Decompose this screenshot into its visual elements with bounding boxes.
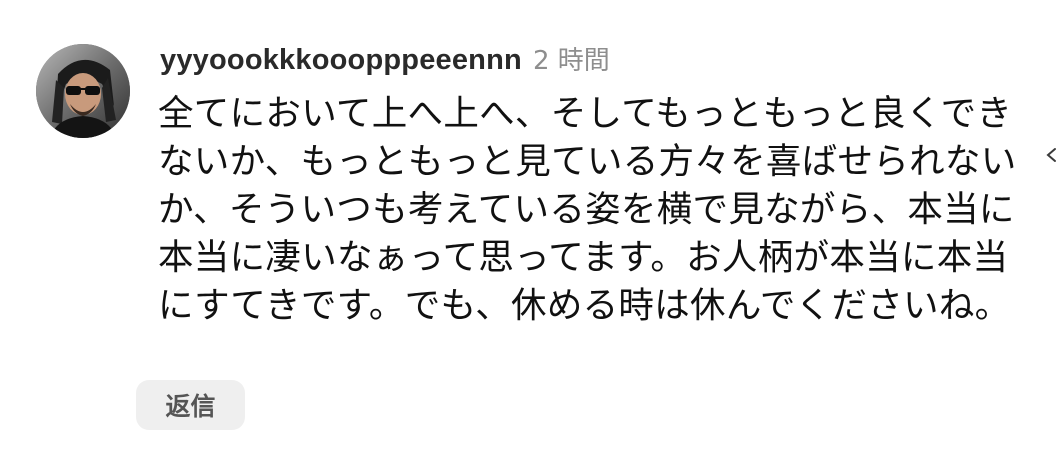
timestamp: 2 時間 [532,46,610,76]
avatar[interactable] [36,44,130,138]
comment-header: yyyoookkkooopppeeennn 2 時間 [160,40,610,80]
comment-text: 全てにおいて上へ上へ、そしてもっともっと良くできないか、もっともっと見ている方々… [158,93,1017,326]
comment-item: yyyoookkkooopppeeennn 2 時間 全てにおいて上へ上へ、そし… [0,0,1057,472]
chevron-left-icon[interactable] [1044,146,1057,164]
reply-button[interactable]: 返信 [136,380,245,430]
avatar-image [36,44,130,138]
username[interactable]: yyyoookkkooopppeeennn [160,44,522,77]
